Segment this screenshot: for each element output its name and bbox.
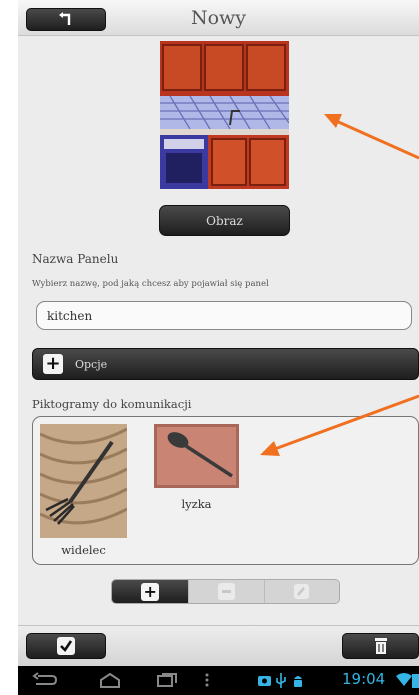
- status-clock: 19:04: [342, 670, 386, 688]
- android-debug-icon: [294, 676, 302, 687]
- edit-pictogram-button[interactable]: [263, 580, 339, 603]
- options-label: Opcje: [75, 357, 108, 371]
- checkmark-icon: [57, 637, 75, 655]
- recents-nav-icon[interactable]: [156, 672, 178, 688]
- battery-status-icon: [412, 674, 419, 688]
- bottom-bar: [18, 625, 419, 666]
- pictograms-list: widelec lyzka: [32, 416, 419, 565]
- panel-editor-screen: Nowy Obraz Nazwa Panelu Wybierz nazwę, p…: [18, 0, 419, 695]
- remove-pictogram-button[interactable]: [188, 580, 264, 603]
- system-nav-bar: 19:04: [18, 666, 419, 695]
- screenshot-status-icon: [258, 676, 271, 686]
- back-nav-icon[interactable]: [32, 672, 58, 688]
- plus-icon: +: [43, 354, 63, 374]
- wifi-status-icon: [396, 673, 412, 686]
- delete-button[interactable]: [342, 633, 419, 659]
- pictogram-caption: widelec: [61, 543, 106, 557]
- header-bar: Nowy: [18, 0, 419, 36]
- fork-photo: [40, 424, 127, 538]
- panel-image[interactable]: [160, 41, 289, 189]
- panel-name-hint: Wybierz nazwę, pod jaką chcesz aby pojaw…: [32, 279, 269, 289]
- pictogram-item[interactable]: lyzka: [154, 424, 239, 511]
- menu-nav-icon[interactable]: [204, 672, 210, 688]
- edit-icon: [294, 584, 310, 599]
- page-title: Nowy: [190, 7, 247, 29]
- trash-icon: [374, 638, 387, 654]
- pictogram-item[interactable]: widelec: [40, 424, 127, 559]
- panel-name-input[interactable]: [36, 301, 412, 330]
- options-button[interactable]: + Opcje: [32, 348, 419, 380]
- pictograms-label: Piktogramy do komunikacji: [32, 397, 192, 411]
- pictogram-toolbar: +: [111, 579, 340, 604]
- image-button[interactable]: Obraz: [159, 205, 290, 236]
- home-nav-icon[interactable]: [98, 672, 122, 688]
- minus-icon: [218, 583, 235, 600]
- confirm-button[interactable]: [26, 633, 106, 659]
- usb-status-icon: [276, 673, 286, 688]
- kitchen-photo: [160, 41, 289, 189]
- add-pictogram-button[interactable]: +: [112, 580, 189, 603]
- pictogram-caption: lyzka: [181, 497, 212, 511]
- plus-icon: +: [141, 582, 160, 601]
- spoon-photo: [154, 424, 239, 488]
- panel-name-label: Nazwa Panelu: [32, 252, 119, 266]
